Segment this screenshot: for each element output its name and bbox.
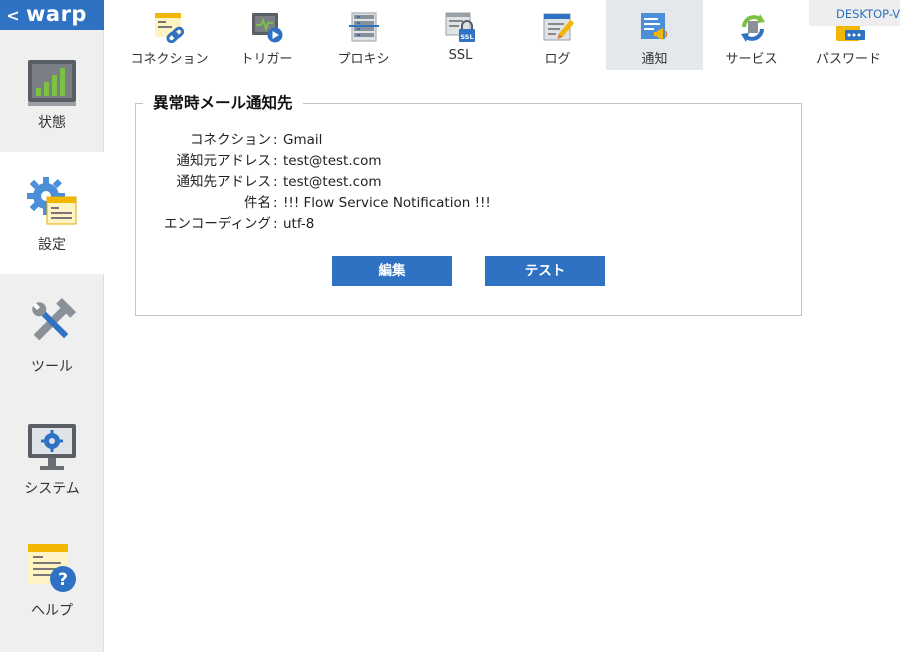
sidebar-item-settings[interactable]: 設定	[0, 152, 104, 274]
sidebar-item-system[interactable]: システム	[0, 396, 104, 518]
tab-proxy[interactable]: プロキシ	[315, 0, 412, 70]
panel-title: 異常時メール通知先	[143, 93, 303, 113]
tab-connection[interactable]: コネクション	[121, 0, 218, 70]
field-label: コネクション	[190, 132, 271, 148]
field-value: !!! Flow Service Notification !!!	[283, 195, 491, 211]
field-value: Gmail	[283, 132, 323, 148]
system-monitor-icon	[28, 424, 76, 470]
field-row-connection: コネクション : Gmail	[135, 130, 555, 151]
tab-label: ログ	[544, 52, 571, 67]
connection-icon	[155, 13, 185, 43]
tools-icon	[32, 297, 77, 341]
sidebar-item-status[interactable]: 状態	[0, 30, 104, 152]
field-separator: :	[273, 132, 278, 148]
settings-gear-icon	[27, 177, 77, 225]
field-label: エンコーディング	[163, 216, 271, 232]
tab-notification[interactable]: 通知	[606, 0, 703, 70]
status-chart-icon	[28, 60, 76, 106]
field-separator: :	[273, 174, 278, 190]
field-separator: :	[273, 195, 278, 211]
sidebar-item-label: ツール	[31, 359, 73, 375]
trigger-icon	[252, 13, 283, 43]
tab-ssl[interactable]: SSL SSL	[412, 0, 509, 70]
svg-text:SSL: SSL	[460, 33, 473, 41]
field-separator: :	[273, 153, 278, 169]
sidebar-item-tools[interactable]: ツール	[0, 274, 104, 396]
brand-bar[interactable]: < warp	[0, 0, 104, 30]
tab-label: コネクション	[130, 52, 209, 67]
log-icon	[543, 13, 574, 41]
ssl-icon: SSL	[445, 12, 475, 42]
field-separator: :	[273, 216, 278, 232]
sidebar-item-label: 設定	[38, 237, 66, 253]
sidebar: < warp 状態 設定 ツール システム ? ヘルプ	[0, 0, 104, 652]
tab-log[interactable]: ログ	[509, 0, 606, 70]
sidebar-item-label: システム	[24, 481, 80, 497]
field-row-encoding: エンコーディング : utf-8	[135, 214, 555, 235]
help-icon: ?	[28, 544, 76, 592]
field-label: 通知元アドレス	[176, 153, 272, 169]
field-value: test@test.com	[283, 174, 382, 190]
field-row-subject: 件名 : !!! Flow Service Notification !!!	[135, 193, 555, 214]
field-row-to-address: 通知先アドレス : test@test.com	[135, 172, 555, 193]
proxy-icon	[349, 12, 379, 42]
sidebar-item-label: ヘルプ	[31, 603, 73, 619]
edit-button[interactable]: 編集	[332, 256, 452, 286]
notification-icon	[641, 13, 668, 40]
service-icon	[741, 14, 765, 42]
tab-label: パスワード	[815, 52, 881, 67]
field-label: 通知先アドレス	[176, 174, 272, 190]
field-label: 件名	[244, 195, 271, 211]
tab-label: プロキシ	[337, 52, 390, 67]
tab-label: トリガー	[240, 52, 293, 67]
tab-label: 通知	[641, 52, 668, 67]
sidebar-item-label: 状態	[38, 115, 66, 131]
tab-label: SSL	[448, 48, 473, 63]
test-button[interactable]: テスト	[485, 256, 605, 286]
host-label: DESKTOP-V	[809, 0, 900, 26]
svg-text:?: ?	[58, 570, 68, 590]
sidebar-item-help[interactable]: ? ヘルプ	[0, 518, 104, 640]
field-value: test@test.com	[283, 153, 382, 169]
field-value: utf-8	[283, 216, 315, 232]
brand-logo: warp	[26, 1, 87, 26]
back-chevron-icon[interactable]: <	[0, 6, 26, 25]
tab-label: サービス	[725, 52, 778, 67]
tab-service[interactable]: サービス	[703, 0, 800, 70]
field-row-from-address: 通知元アドレス : test@test.com	[135, 151, 555, 172]
tab-trigger[interactable]: トリガー	[218, 0, 315, 70]
